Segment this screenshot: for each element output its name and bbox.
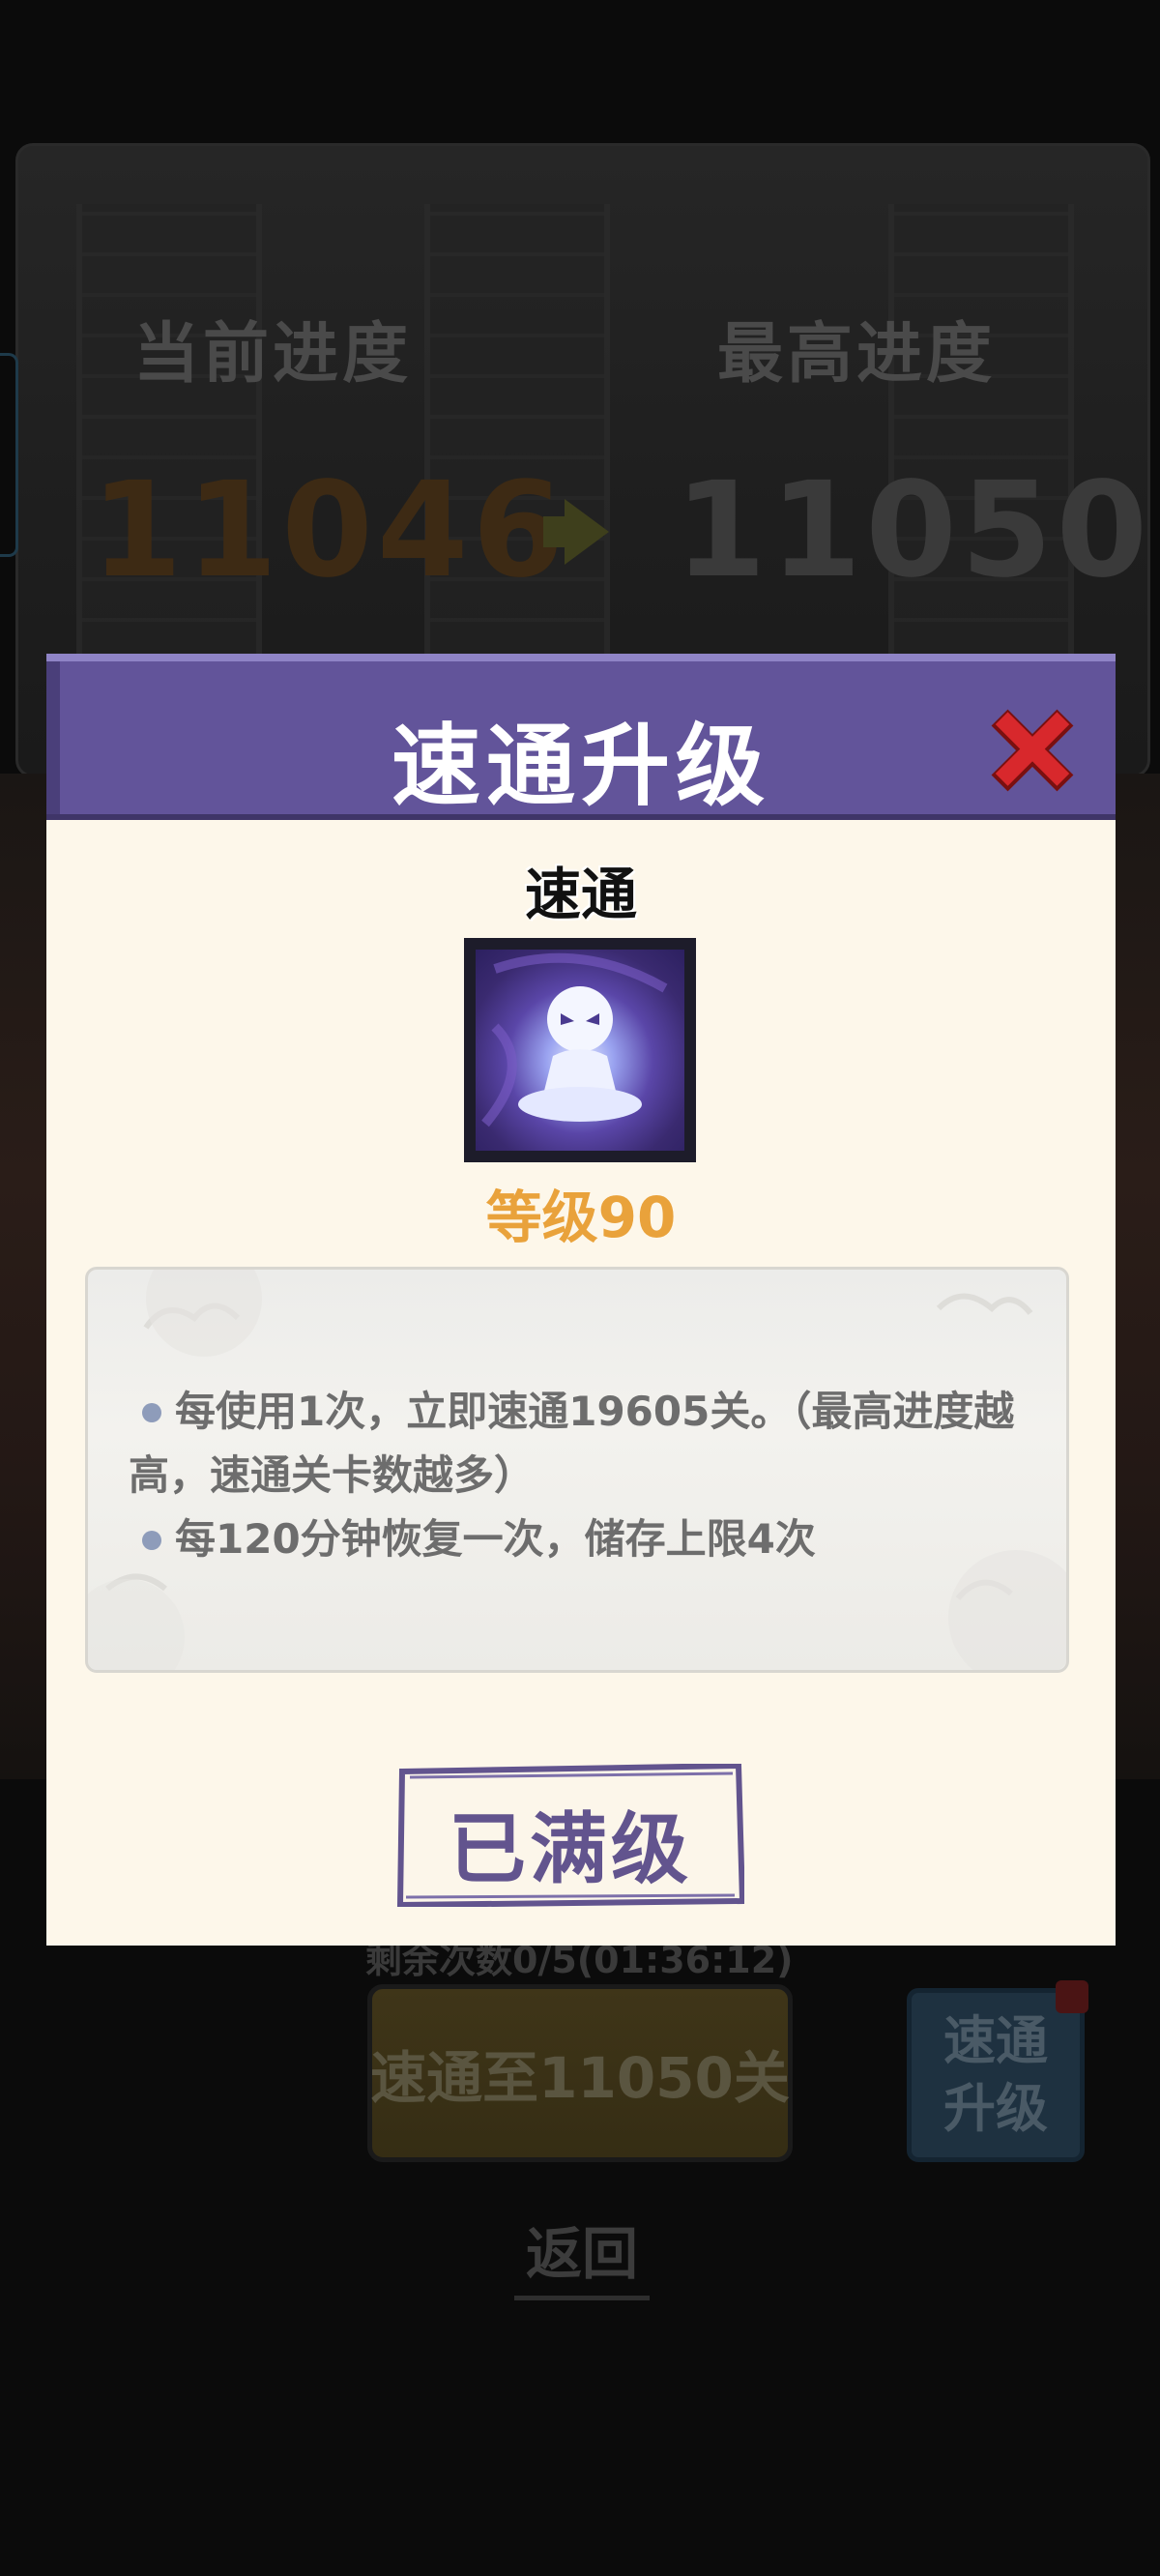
skill-name: 速通 — [524, 862, 637, 927]
description-line-2: 每120分钟恢复一次，储存上限4次 — [175, 1515, 816, 1563]
best-progress-value: 11050 — [675, 454, 1152, 607]
skill-icon-frame — [464, 938, 696, 1162]
best-progress-label: 最高进度 — [717, 316, 997, 393]
speedrun-upgrade-button[interactable]: 速通 升级 — [907, 1988, 1085, 2162]
upgrade-label-line2: 升级 — [943, 2078, 1048, 2139]
arrow-right-icon — [543, 516, 565, 547]
skill-speedrun-icon — [476, 950, 684, 1151]
current-progress-value: 11046 — [91, 454, 568, 607]
bullet-icon — [142, 1530, 161, 1550]
speedrun-upgrade-dialog: 速通升级 速通 等级90 每使用1次，立即速通19605关。（最高进度越高，速通… — [46, 654, 1116, 1946]
close-button[interactable] — [984, 702, 1081, 799]
skill-level: 等级90 — [485, 1185, 677, 1250]
speedrun-to-level-button[interactable]: 速通至11050关 — [367, 1984, 793, 2162]
description-box: 每使用1次，立即速通19605关。（最高进度越高，速通关卡数越多） 每120分钟… — [85, 1267, 1069, 1673]
close-icon — [991, 709, 1074, 792]
description-text: 每使用1次，立即速通19605关。（最高进度越高，速通关卡数越多） 每120分钟… — [129, 1380, 1018, 1571]
current-progress-label: 当前进度 — [133, 316, 413, 393]
max-level-label: 已满级 — [449, 1804, 692, 1894]
max-level-button: 已满级 — [396, 1764, 744, 1907]
speedrun-to-level-label: 速通至11050关 — [370, 2045, 790, 2111]
upgrade-label-line1: 速通 — [943, 2010, 1048, 2071]
arrow-right-icon — [565, 499, 609, 565]
dialog-title: 速通升级 — [391, 715, 770, 818]
description-line-1: 每使用1次，立即速通19605关。（最高进度越高，速通关卡数越多） — [129, 1388, 1015, 1499]
side-tab[interactable] — [0, 353, 18, 557]
dialog-header: 速通升级 — [46, 654, 1116, 820]
bullet-icon — [142, 1402, 161, 1422]
dialog-body: 速通 等级90 每使用1次，立即速通19605关。（最高进度越高，速通关卡数越多… — [46, 820, 1116, 1946]
back-button[interactable]: 返回 — [514, 2209, 650, 2300]
notification-badge — [1056, 1980, 1088, 2013]
